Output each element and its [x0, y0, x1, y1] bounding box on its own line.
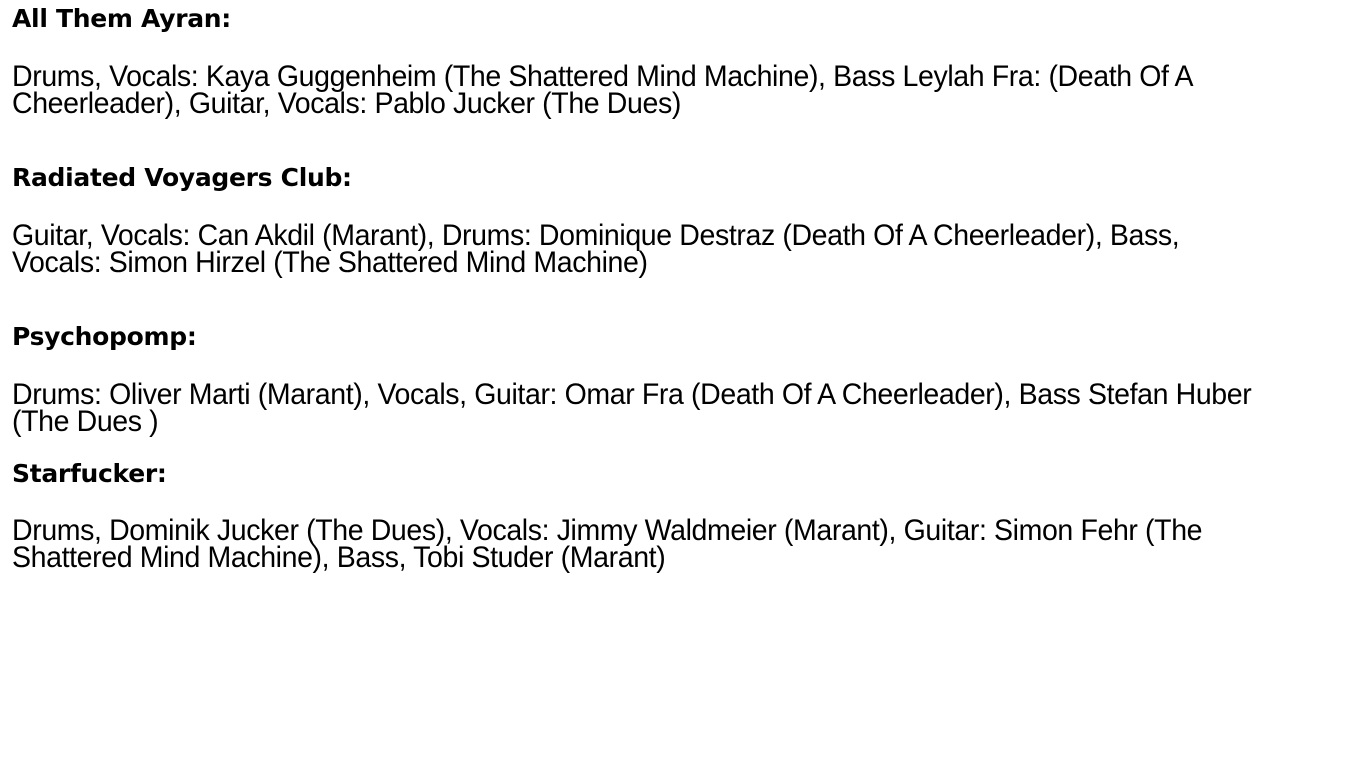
band-lineup: Drums, Vocals: Kaya Guggenheim (The Shat…	[12, 60, 1192, 120]
band-section-starfucker: Starfucker: Drums, Dominik Jucker (The D…	[12, 459, 1332, 573]
band-name: Starfucker:	[12, 459, 167, 488]
band-lineup: Drums, Dominik Jucker (The Dues), Vocals…	[12, 514, 1203, 574]
band-lineup: Drums: Oliver Marti (Marant), Vocals, Gu…	[12, 378, 1252, 438]
band-lineup: Guitar, Vocals: Can Akdil (Marant), Drum…	[12, 219, 1180, 279]
band-name: Radiated Voyagers Club:	[12, 163, 352, 192]
band-section-all-them-ayran: All Them Ayran: Drums, Vocals: Kaya Gugg…	[12, 4, 1332, 119]
band-section-radiated-voyagers-club: Radiated Voyagers Club: Guitar, Vocals: …	[12, 163, 1332, 278]
band-section-psychopomp: Psychopomp: Drums: Oliver Marti (Marant)…	[12, 322, 1332, 437]
band-name: Psychopomp:	[12, 322, 197, 351]
band-name: All Them Ayran:	[12, 4, 231, 33]
